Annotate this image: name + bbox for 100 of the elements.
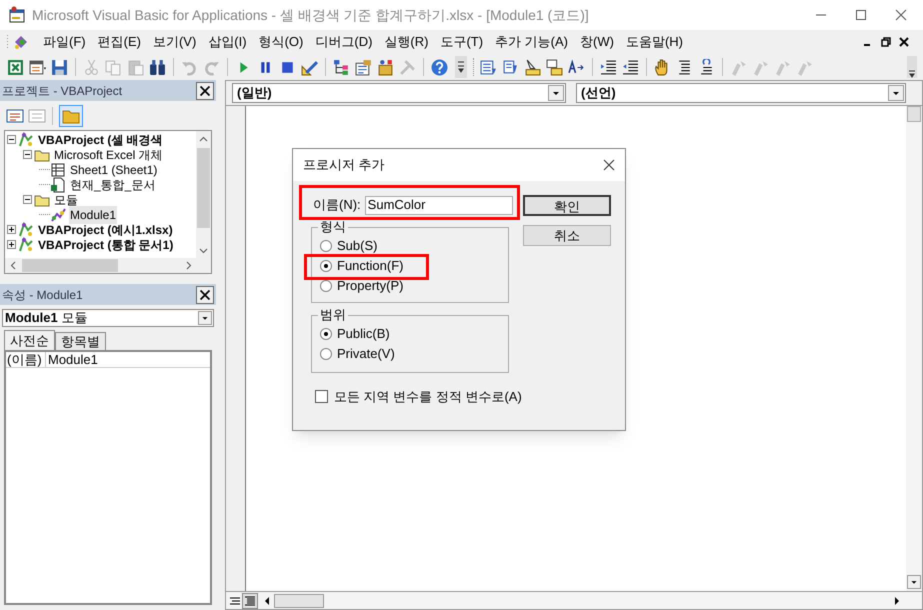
restore-icon[interactable] (881, 37, 891, 47)
scrollbar-thumb[interactable] (274, 594, 324, 608)
toolbar-overflow[interactable] (455, 56, 467, 78)
member-list-icon[interactable] (480, 58, 497, 76)
checkbox-label: 모든 지역 변수를 정적 변수로(A) (334, 388, 522, 406)
spreadsheet-icon[interactable] (7, 58, 24, 76)
radio-button[interactable] (320, 348, 332, 360)
dialog-title: 프로시저 추가 (303, 156, 385, 174)
radio-label: Property(P) (337, 277, 404, 296)
tab[interactable]: 사전순 (4, 330, 55, 350)
object-dropdown[interactable]: Module1 모듈 (2, 309, 214, 327)
field-label: 이름(N): (313, 196, 361, 214)
scrollbar-thumb[interactable] (22, 259, 118, 272)
menu-item[interactable]: 보기(V) (146, 32, 202, 52)
complete-word-icon[interactable] (568, 58, 585, 76)
radio-button[interactable] (320, 328, 332, 340)
close-icon[interactable] (899, 37, 909, 47)
close-icon[interactable] (603, 159, 615, 171)
radio-label: Function(F) (337, 257, 404, 276)
menu-item[interactable]: 추가 기능(A) (489, 32, 574, 52)
vertical-scrollbar[interactable] (196, 131, 211, 258)
scrollbar-thumb[interactable] (907, 106, 921, 122)
outdent-icon[interactable] (622, 58, 639, 76)
procedure-combo[interactable]: (선언) (576, 83, 906, 103)
project-icon (18, 132, 34, 148)
menu-item[interactable]: 삽입(I) (202, 32, 253, 52)
radio-button[interactable] (320, 240, 332, 252)
tree-item[interactable]: VBAProject (예시1.xlsx) (37, 220, 174, 238)
expand-icon[interactable] (7, 225, 16, 234)
property-value[interactable]: Module1 (46, 352, 210, 367)
uncomment-block-icon[interactable] (698, 58, 715, 76)
collapse-icon[interactable] (23, 195, 32, 204)
menu-item[interactable]: 편집(E) (92, 32, 147, 52)
dialog-button[interactable]: 확인 (523, 195, 611, 216)
close-icon[interactable] (196, 286, 214, 304)
vertical-scrollbar[interactable] (906, 106, 922, 591)
radio-button[interactable] (320, 260, 332, 272)
window-title: Microsoft Visual Basic for Applications - 셀 배경색 기준 합계구하기.xlsx - [Module1 (코드)] (32, 6, 589, 25)
scrollbar-thumb[interactable] (197, 148, 210, 228)
constant-list-icon[interactable] (502, 58, 519, 76)
property-name: (이름) (6, 352, 46, 367)
project-icon (18, 236, 34, 252)
grip-icon[interactable] (6, 34, 9, 50)
panel-title: 프로젝트 - VBAProject (2, 82, 122, 100)
sheet-icon (50, 162, 66, 178)
menu-item[interactable]: 도움말(H) (620, 32, 689, 52)
horizontal-scrollbar[interactable] (5, 258, 211, 273)
menu-item[interactable]: 실행(R) (378, 32, 434, 52)
overflow-arrow-icon[interactable] (457, 60, 465, 74)
group-label: 형식 (318, 219, 348, 235)
radio-button[interactable] (320, 280, 332, 292)
object-browser-icon[interactable] (377, 58, 394, 76)
overflow-arrow-icon[interactable] (908, 70, 916, 78)
group-label: 범위 (318, 307, 348, 323)
quick-info-icon[interactable] (524, 58, 541, 76)
comment-block-icon[interactable] (676, 58, 693, 76)
toolbar-overflow[interactable] (907, 56, 917, 78)
help-icon[interactable] (431, 58, 448, 76)
name-field[interactable]: SumColor (364, 196, 513, 214)
collapse-icon[interactable] (23, 150, 32, 159)
radio-label: Public(B) (337, 325, 390, 344)
folder-icon[interactable] (59, 104, 83, 126)
radio-label: Sub(S) (337, 237, 378, 256)
tree-item[interactable]: Microsoft Excel 개체 (53, 146, 164, 164)
menu-item[interactable]: 형식(O) (252, 32, 310, 52)
menu-item[interactable]: 디버그(D) (309, 32, 378, 52)
close-icon[interactable] (895, 9, 907, 21)
menu-item[interactable]: 파일(F) (37, 32, 92, 52)
ruler-pencil-icon[interactable] (301, 58, 318, 76)
dialog-button[interactable]: 취소 (523, 225, 611, 246)
project-icon (18, 222, 34, 238)
close-icon[interactable] (196, 82, 214, 100)
tree-item[interactable]: 모듈 (53, 190, 79, 208)
parameter-info-icon[interactable] (546, 58, 563, 76)
menu-item[interactable]: 도구(T) (434, 32, 490, 52)
module-icon (50, 206, 66, 222)
maximize-icon[interactable] (855, 9, 867, 21)
object-combo[interactable]: (일반) (232, 83, 566, 103)
tab[interactable]: 항목별 (55, 332, 106, 350)
radio-label: Private(V) (337, 345, 395, 364)
project-tree-icon[interactable] (333, 58, 350, 76)
tree-item[interactable]: Sheet1 (Sheet1) (69, 160, 158, 178)
tree-item[interactable]: 현재_통합_문서 (69, 176, 156, 194)
checkbox[interactable] (315, 390, 328, 404)
expand-icon[interactable] (7, 240, 16, 249)
save-icon[interactable] (51, 58, 68, 76)
workbook-icon (50, 176, 66, 192)
menu-item[interactable]: 창(W) (574, 32, 620, 52)
tree-item[interactable]: VBAProject (셀 배경색 (37, 131, 164, 148)
collapse-icon[interactable] (7, 135, 16, 144)
app-icon (8, 6, 26, 24)
binoculars-icon[interactable] (149, 58, 166, 76)
tree-item[interactable]: VBAProject (통합 문서1) (37, 236, 174, 254)
tree-item[interactable]: Module1 (69, 206, 118, 224)
view-code-icon[interactable] (6, 108, 24, 124)
panel-title: 속성 - Module1 (2, 286, 83, 304)
module-view-icon[interactable] (242, 592, 258, 608)
form-icon[interactable] (29, 58, 46, 76)
properties-icon[interactable] (355, 58, 372, 76)
indent-icon[interactable] (600, 58, 617, 76)
